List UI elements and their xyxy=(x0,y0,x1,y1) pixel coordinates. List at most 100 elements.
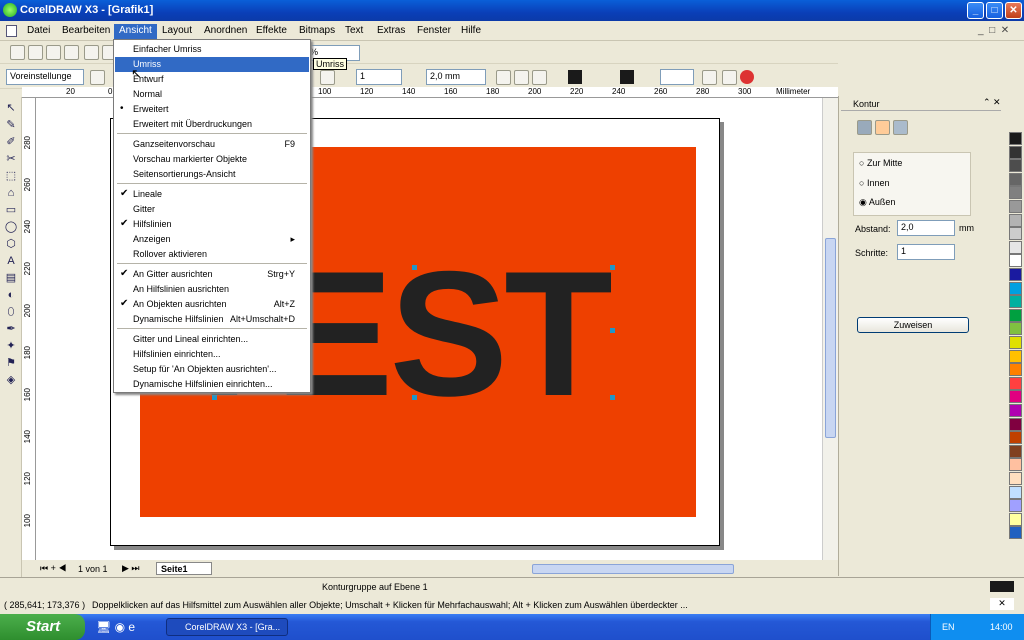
menu-item[interactable]: Rollover aktivieren xyxy=(115,247,309,262)
zoom-tool-icon[interactable]: ⬚ xyxy=(3,168,19,184)
palette-swatch[interactable] xyxy=(1009,295,1022,309)
palette-swatch[interactable] xyxy=(1009,363,1022,377)
menu-item[interactable]: ✔ Lineale xyxy=(115,187,309,202)
corner-icon[interactable] xyxy=(496,70,511,85)
palette-swatch[interactable] xyxy=(1009,145,1022,159)
menu-item[interactable]: ✔ An Gitter ausrichten Strg+Y xyxy=(115,267,309,282)
palette-swatch[interactable] xyxy=(1009,526,1022,540)
contour-inside-icon[interactable] xyxy=(875,120,890,135)
radio-innen[interactable]: ○ Innen xyxy=(859,178,889,188)
menu-item[interactable]: Normal xyxy=(115,87,309,102)
menu-item[interactable]: Seitensortierungs-Ansicht xyxy=(115,167,309,182)
menu-hilfe[interactable]: Hilfe xyxy=(456,24,486,39)
palette-swatch[interactable] xyxy=(1009,444,1022,458)
palette-swatch[interactable] xyxy=(1009,227,1022,241)
menu-bearbeiten[interactable]: Bearbeiten xyxy=(57,24,115,39)
interactive-fill-icon[interactable]: ⚑ xyxy=(3,355,19,371)
radio-aussen[interactable]: ◉ Außen xyxy=(859,197,895,208)
menu-item[interactable]: • Erweitert xyxy=(115,102,309,117)
taskbar-coreldraw[interactable]: CorelDRAW X3 - [Gra... xyxy=(166,618,288,636)
rectangle-tool-icon[interactable]: ▭ xyxy=(3,202,19,218)
maximize-button[interactable]: □ xyxy=(986,2,1003,19)
palette-swatch[interactable] xyxy=(1009,390,1022,404)
palette-swatch[interactable] xyxy=(1009,132,1022,145)
menu-ansicht[interactable]: Ansicht xyxy=(114,24,157,39)
round-icon[interactable] xyxy=(532,70,547,85)
save-icon[interactable] xyxy=(46,45,61,60)
palette-swatch[interactable] xyxy=(1009,322,1022,336)
fill-color-swatch[interactable] xyxy=(620,70,634,84)
horizontal-scroll-thumb[interactable] xyxy=(532,564,734,574)
print-icon[interactable] xyxy=(64,45,79,60)
menu-item[interactable]: ✔ Hilfslinien xyxy=(115,217,309,232)
menu-fenster[interactable]: Fenster xyxy=(412,24,456,39)
copy-properties-icon[interactable] xyxy=(702,70,717,85)
selection-handle[interactable] xyxy=(412,265,417,270)
page-nav-next[interactable]: ▶ ⏭ xyxy=(122,563,140,574)
palette-swatch[interactable] xyxy=(1009,159,1022,173)
miter-icon[interactable] xyxy=(514,70,529,85)
menu-item[interactable]: Einfacher Umriss xyxy=(115,42,309,57)
schritte-field[interactable]: 1 xyxy=(897,244,955,260)
shape-tool-icon[interactable]: ✎ xyxy=(3,117,19,133)
palette-swatch[interactable] xyxy=(1009,336,1022,349)
clear-icon[interactable] xyxy=(740,70,754,84)
menu-item[interactable]: Ganzseitenvorschau F9 xyxy=(115,137,309,152)
menu-item[interactable]: Vorschau markierter Objekte xyxy=(115,152,309,167)
palette-swatch[interactable] xyxy=(1009,186,1022,200)
mesh-fill-icon[interactable]: ◈ xyxy=(3,372,19,388)
menu-anordnen[interactable]: Anordnen xyxy=(199,24,252,39)
radio-zur-mitte[interactable]: ○ Zur Mitte xyxy=(859,158,902,168)
palette-swatch[interactable] xyxy=(1009,308,1022,322)
interactive-tool-icon[interactable]: ◐ xyxy=(3,287,19,303)
selection-handle[interactable] xyxy=(212,395,217,400)
selection-handle[interactable] xyxy=(412,395,417,400)
selection-handle[interactable] xyxy=(610,265,615,270)
new-icon[interactable] xyxy=(10,45,25,60)
vertical-ruler[interactable]: 280 260 240 220 200 180 160 140 120 100 xyxy=(22,98,36,560)
menu-item[interactable]: Erweitert mit Überdruckungen xyxy=(115,117,309,132)
menu-bitmaps[interactable]: Bitmaps xyxy=(294,24,340,39)
menu-item[interactable]: Gitter xyxy=(115,202,309,217)
outline-color-swatch[interactable] xyxy=(568,70,582,84)
fill-tool-icon[interactable]: ✦ xyxy=(3,338,19,354)
docker-close[interactable]: ⌃ ✕ xyxy=(983,97,1001,108)
vertical-scrollbar[interactable] xyxy=(822,98,838,560)
minimize-button[interactable]: _ xyxy=(967,2,984,19)
menu-item[interactable]: Dynamische Hilfslinien Alt+Umschalt+D xyxy=(115,312,309,327)
palette-swatch[interactable] xyxy=(1009,485,1022,499)
break-apart-icon[interactable] xyxy=(722,70,737,85)
polygon-tool-icon[interactable]: ⬡ xyxy=(3,236,19,252)
outline-position-icon[interactable] xyxy=(320,70,335,85)
fill-indicator[interactable] xyxy=(990,581,1014,592)
palette-swatch[interactable] xyxy=(1009,172,1022,186)
outline-width-field[interactable]: 2,0 mm xyxy=(426,69,486,85)
menu-item[interactable]: Anzeigen ▸ xyxy=(115,232,309,247)
smart-fill-icon[interactable]: ⌂ xyxy=(3,185,19,201)
palette-swatch[interactable] xyxy=(1009,240,1022,254)
blend-select[interactable] xyxy=(660,69,694,85)
palette-swatch[interactable] xyxy=(1009,499,1022,513)
palette-swatch[interactable] xyxy=(1009,281,1022,295)
freehand-tool-icon[interactable]: ✐ xyxy=(3,134,19,150)
menu-text[interactable]: Text xyxy=(340,24,368,39)
menu-item[interactable]: Umriss xyxy=(115,57,309,72)
palette-swatch[interactable] xyxy=(1009,431,1022,445)
menu-extras[interactable]: Extras xyxy=(372,24,410,39)
page-tab-seite1[interactable]: Seite1 xyxy=(156,562,212,575)
palette-swatch[interactable] xyxy=(1009,268,1022,281)
palette-swatch[interactable] xyxy=(1009,458,1022,472)
quicklaunch-icons[interactable]: 🖥 ◉ e xyxy=(96,620,135,634)
outline-indicator[interactable]: ✕ xyxy=(990,598,1014,610)
open-icon[interactable] xyxy=(28,45,43,60)
palette-swatch[interactable] xyxy=(1009,512,1022,526)
steps-field[interactable]: 1 xyxy=(356,69,402,85)
menu-datei[interactable]: Datei xyxy=(22,24,55,39)
menu-item[interactable]: ✔ An Objekten ausrichten Alt+Z xyxy=(115,297,309,312)
vertical-scroll-thumb[interactable] xyxy=(825,238,836,438)
palette-swatch[interactable] xyxy=(1009,200,1022,213)
palette-swatch[interactable] xyxy=(1009,349,1022,363)
menu-layout[interactable]: Layout xyxy=(157,24,197,39)
palette-swatch[interactable] xyxy=(1009,404,1022,417)
selection-handle[interactable] xyxy=(610,328,615,333)
